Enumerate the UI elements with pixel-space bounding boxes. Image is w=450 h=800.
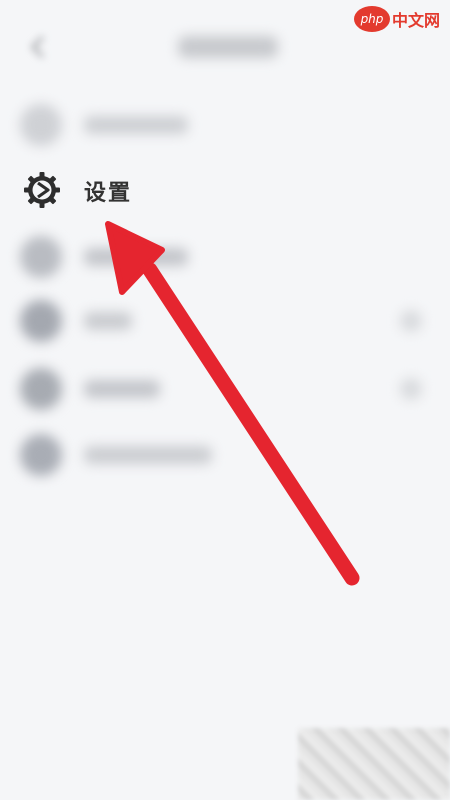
menu-item-5[interactable]: [0, 424, 450, 484]
page-title: [178, 36, 278, 58]
chevron-right-icon: [400, 310, 422, 332]
logo-text: 中文网: [391, 11, 440, 30]
menu-item-3[interactable]: [0, 290, 450, 350]
menu-item-icon: [20, 104, 62, 146]
logo-mark: php: [353, 6, 390, 32]
menu-item-icon: [20, 236, 62, 278]
chevron-right-icon: [400, 378, 422, 400]
menu-item-label: [84, 248, 188, 266]
menu-item-label: [84, 380, 160, 398]
menu-item-icon: [20, 368, 62, 410]
gear-icon: [24, 172, 60, 208]
settings-label: 设置: [84, 181, 133, 206]
corner-noise: [298, 728, 450, 800]
menu-item-icon: [20, 300, 62, 342]
back-icon[interactable]: [26, 34, 52, 60]
menu-item-4[interactable]: [0, 358, 450, 418]
menu-item-1[interactable]: [0, 94, 450, 154]
menu-item-icon: [20, 434, 62, 476]
menu-item-label: [84, 312, 132, 330]
menu-item-label: [84, 446, 212, 464]
menu-item-2[interactable]: [0, 226, 450, 286]
menu-item-label: [84, 116, 188, 134]
menu-item-settings[interactable]: 设置: [0, 158, 450, 222]
watermark-logo: php 中文网: [353, 2, 440, 36]
